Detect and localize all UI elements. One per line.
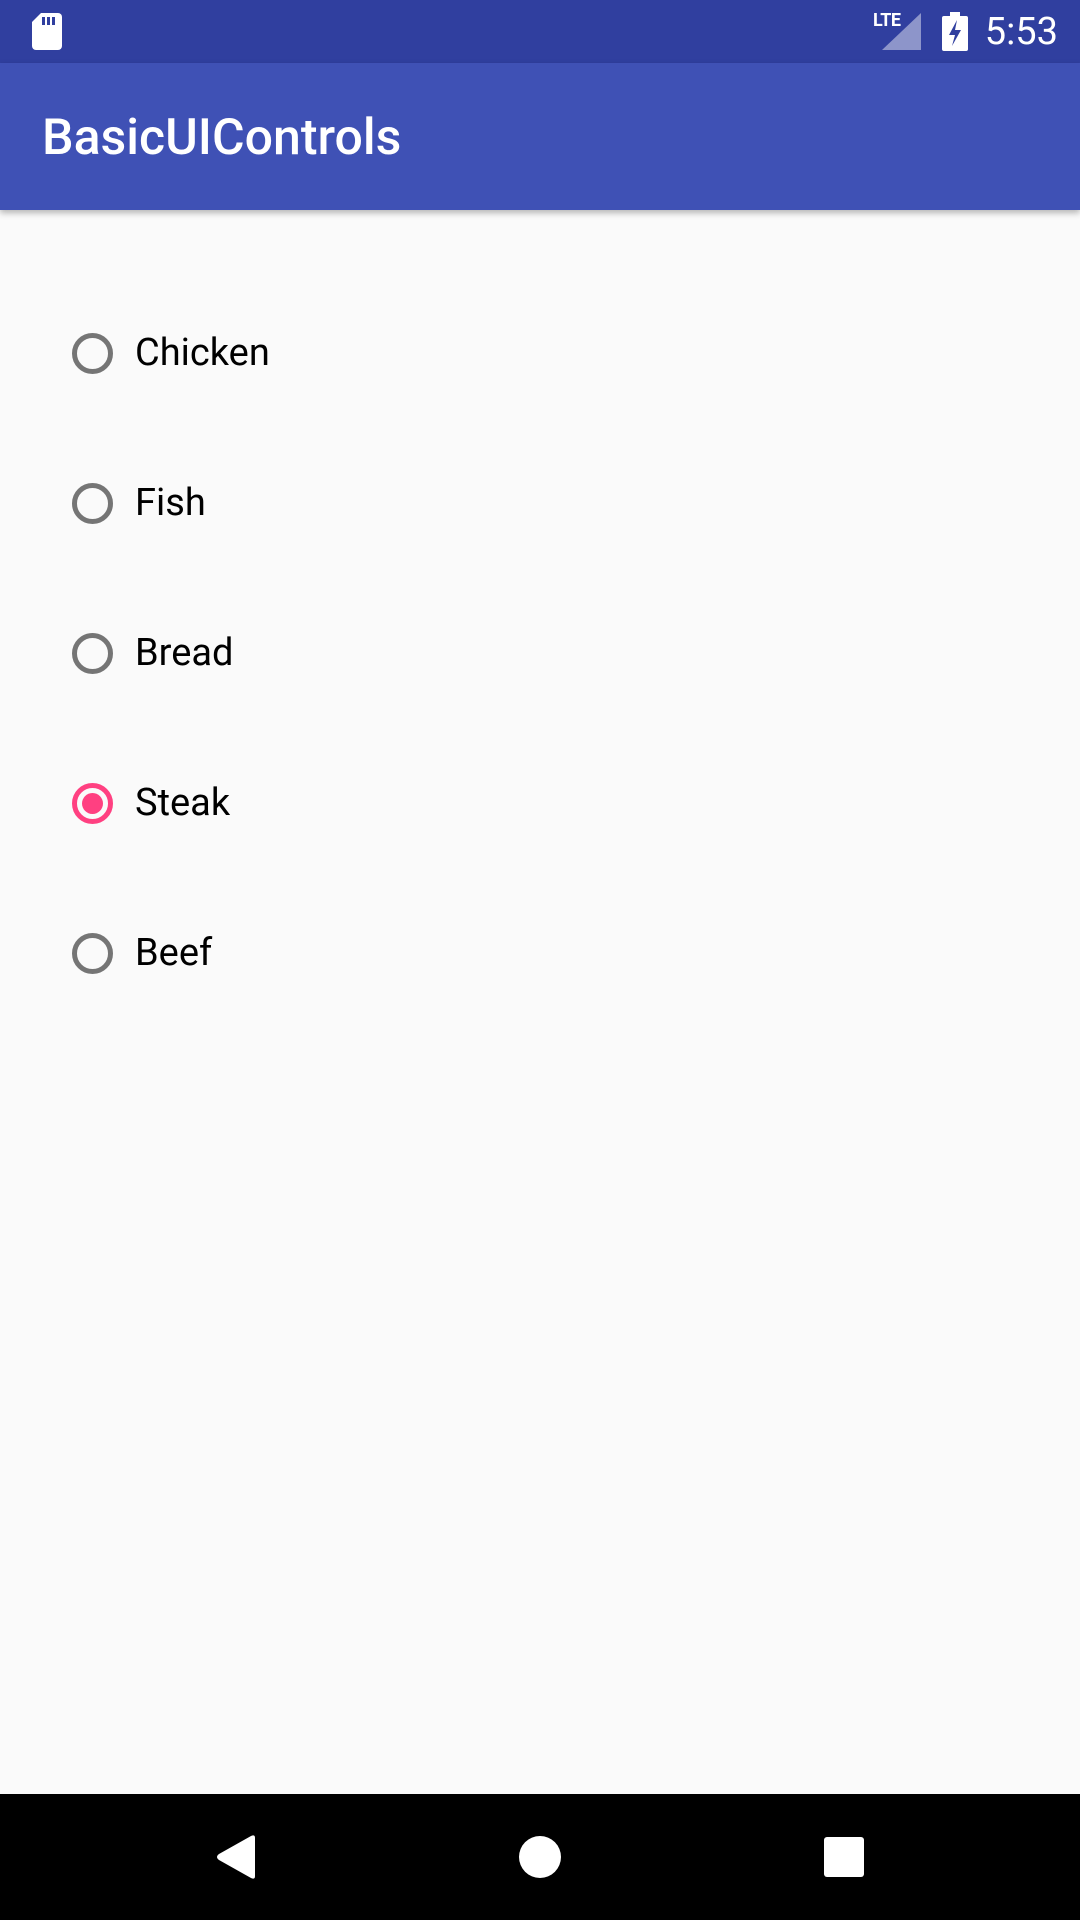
home-button[interactable] [460,1794,620,1920]
radio-label: Chicken [135,331,270,375]
radio-button-unchecked[interactable] [72,932,113,974]
app-bar: BasicUIControls [0,63,1080,210]
app-title: BasicUIControls [42,109,402,167]
radio-option-beef[interactable]: Beef [66,913,666,993]
radio-label: Beef [135,931,213,975]
status-time: 5:53 [984,10,1058,54]
recents-icon [824,1837,864,1877]
recents-button[interactable] [764,1794,924,1920]
radio-option-steak[interactable]: Steak [66,763,666,843]
sd-card-icon [32,13,62,50]
home-icon [519,1836,561,1878]
lte-signal-icon [882,13,921,50]
radio-button-checked[interactable] [72,782,113,824]
back-button[interactable] [156,1794,316,1920]
back-icon [217,1835,255,1879]
radio-button-unchecked[interactable] [72,332,113,374]
radio-button-unchecked[interactable] [72,632,113,674]
radio-option-fish[interactable]: Fish [66,463,666,543]
radio-button-unchecked[interactable] [72,482,113,524]
navigation-bar [0,1794,1080,1920]
screen: LTE 5:53 BasicUIControls Chicken Fish Br… [0,0,1080,1920]
radio-option-chicken[interactable]: Chicken [66,313,666,393]
radio-option-bread[interactable]: Bread [66,613,666,693]
radio-selected-dot [82,792,103,814]
radio-label: Fish [135,481,206,525]
radio-label: Steak [135,781,231,825]
status-bar: LTE 5:53 [0,0,1080,63]
battery-charging-icon [942,12,968,51]
radio-label: Bread [135,631,234,675]
